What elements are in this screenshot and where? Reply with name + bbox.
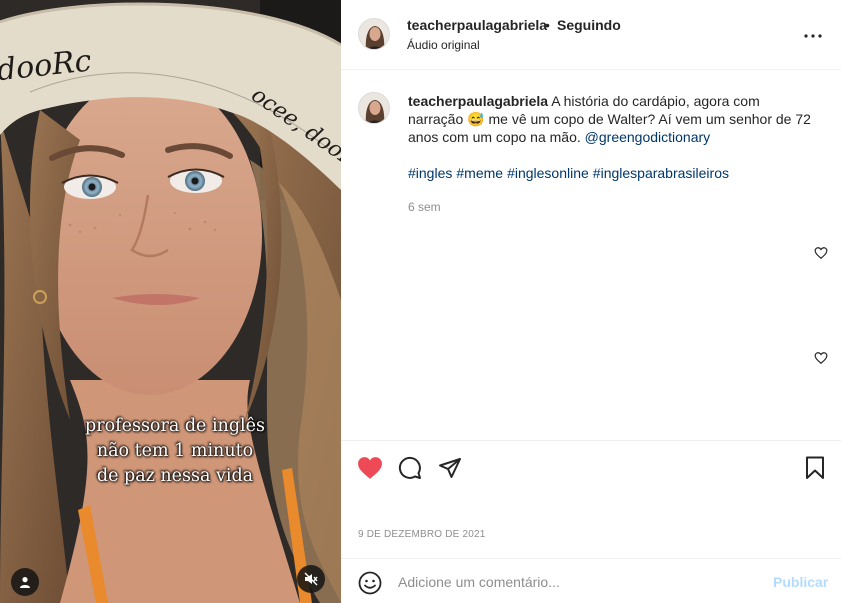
avatar[interactable] — [358, 18, 390, 50]
heart-outline-icon[interactable] — [814, 246, 828, 260]
original-audio-link[interactable]: Áudio original — [407, 38, 480, 52]
comment-bubble-icon — [398, 456, 421, 479]
heart-outline-icon[interactable] — [814, 351, 828, 365]
save-button[interactable] — [802, 455, 828, 481]
hashtag-link[interactable]: #inglesparabrasileiros — [593, 165, 729, 181]
like-button[interactable] — [357, 455, 383, 481]
hashtag-link[interactable]: #inglesonline — [507, 165, 589, 181]
post-details-panel: teacherpaulagabriela • Seguindo Áudio or… — [341, 0, 841, 603]
heart-filled-icon — [358, 457, 382, 479]
mention-link[interactable]: @greengodictionary — [585, 129, 711, 145]
overlay-line-3: de paz nessa vida — [96, 466, 254, 486]
avatar-image — [359, 93, 389, 123]
comment-button[interactable] — [397, 455, 423, 481]
more-options-button[interactable] — [801, 24, 825, 48]
speaker-muted-icon — [304, 572, 318, 586]
smiley-icon — [358, 571, 382, 595]
hashtag-link[interactable]: #meme — [456, 165, 503, 181]
add-comment-bar: Publicar — [341, 558, 841, 603]
post-header: teacherpaulagabriela • Seguindo Áudio or… — [341, 0, 841, 70]
paper-plane-icon — [439, 458, 461, 478]
mute-button[interactable] — [297, 565, 325, 593]
hashtag-link[interactable]: #ingles — [408, 165, 452, 181]
emoji: 😅 — [467, 111, 485, 127]
caption-time[interactable]: 6 sem — [408, 200, 441, 214]
avatar-image — [359, 19, 389, 49]
caption-text: teacherpaulagabriela A história do cardá… — [408, 92, 818, 182]
caption-username[interactable]: teacherpaulagabriela — [408, 93, 548, 109]
post-media[interactable]: dooRc ocee, dooR professora de inglês nã… — [0, 0, 341, 603]
header-separator: • — [545, 17, 550, 33]
post-video-frame: dooRc ocee, dooR — [0, 0, 341, 603]
avatar[interactable] — [358, 92, 390, 124]
video-caption-overlay: professora de inglês não tem 1 minuto de… — [30, 414, 320, 489]
bookmark-icon — [806, 456, 824, 479]
post-date[interactable]: 9 de dezembro de 2021 — [358, 529, 486, 540]
overlay-line-2: não tem 1 minuto — [96, 441, 254, 461]
following-button[interactable]: Seguindo — [557, 17, 621, 33]
more-horizontal-icon — [804, 34, 822, 38]
header-username[interactable]: teacherpaulagabriela — [407, 17, 547, 33]
emoji-picker-button[interactable] — [357, 570, 383, 596]
comment-input[interactable] — [398, 571, 758, 593]
hashtag-list: #ingles #meme #inglesonline #inglesparabras… — [408, 164, 818, 182]
tagged-users-button[interactable] — [11, 568, 39, 596]
publish-button[interactable]: Publicar — [773, 574, 828, 590]
post-actions-bar: 9 de dezembro de 2021 — [341, 440, 841, 558]
share-button[interactable] — [437, 455, 463, 481]
overlay-line-1: professora de inglês — [85, 416, 265, 436]
person-icon — [20, 577, 30, 588]
